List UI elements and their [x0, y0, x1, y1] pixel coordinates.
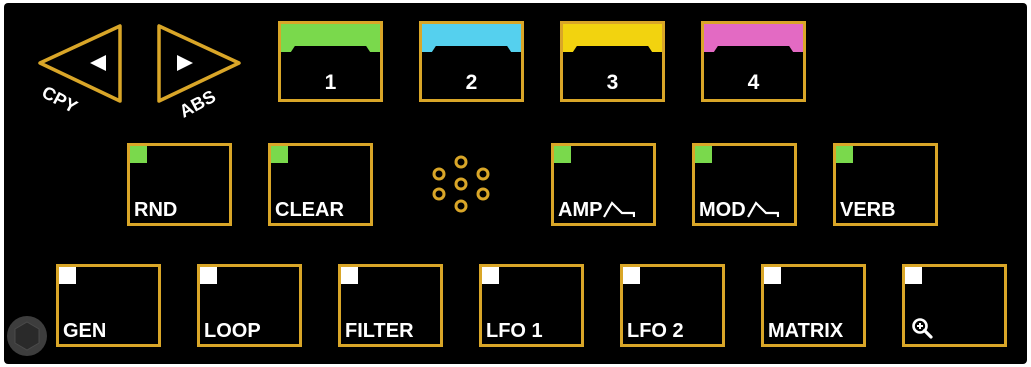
loop-button[interactable]: LOOP — [197, 264, 302, 347]
zoom-button[interactable] — [902, 264, 1007, 347]
control-panel: CPY ABS 1 2 3 4 RND CLEAR AMP MOD VERB G… — [0, 0, 1031, 367]
matrix-label: MATRIX — [768, 320, 844, 342]
rnd-lamp — [130, 146, 147, 163]
zoom-in-icon — [912, 318, 933, 339]
mod-label-group: MOD — [699, 199, 779, 221]
loop-lamp — [200, 267, 217, 284]
pattern-2-button[interactable]: 2 — [419, 21, 524, 102]
lfo-2-lamp — [623, 267, 640, 284]
pattern-4-button[interactable]: 4 — [701, 21, 806, 102]
lfo-1-lamp — [482, 267, 499, 284]
filter-lamp — [341, 267, 358, 284]
mod-lamp — [695, 146, 712, 163]
verb-label: VERB — [840, 199, 896, 221]
loop-label: LOOP — [204, 320, 261, 342]
mod-envelope-button[interactable]: MOD — [692, 143, 797, 226]
pattern-1-button[interactable]: 1 — [278, 21, 383, 102]
rnd-button[interactable]: RND — [127, 143, 232, 226]
gen-label: GEN — [63, 320, 107, 342]
pattern-4-label: 4 — [747, 71, 760, 94]
pattern-1-color-cap — [281, 24, 380, 52]
amp-envelope-button[interactable]: AMP — [551, 143, 656, 226]
pattern-3-button[interactable]: 3 — [560, 21, 665, 102]
rnd-label: RND — [134, 199, 178, 221]
lfo-2-button[interactable]: LFO 2 — [620, 264, 725, 347]
lfo-1-label: LFO 1 — [486, 320, 543, 342]
envelope-icon — [746, 201, 779, 218]
verb-button[interactable]: VERB — [833, 143, 938, 226]
pattern-2-color-cap — [422, 24, 521, 52]
filter-button[interactable]: FILTER — [338, 264, 443, 347]
envelope-icon — [603, 201, 636, 218]
pattern-1-label: 1 — [324, 71, 337, 94]
pattern-3-color-cap — [563, 24, 662, 52]
clear-lamp — [271, 146, 288, 163]
clear-button[interactable]: CLEAR — [268, 143, 373, 226]
mod-label: MOD — [699, 199, 746, 221]
clear-label: CLEAR — [275, 199, 344, 221]
amp-label: AMP — [558, 199, 603, 221]
zoom-lamp — [905, 267, 922, 284]
speaker-grille-icon — [432, 155, 490, 213]
pattern-2-label: 2 — [465, 71, 478, 94]
pattern-3-label: 3 — [606, 71, 619, 94]
lfo-1-button[interactable]: LFO 1 — [479, 264, 584, 347]
gen-button[interactable]: GEN — [56, 264, 161, 347]
pattern-4-color-cap — [704, 24, 803, 52]
verb-lamp — [836, 146, 853, 163]
encoder-knob-icon[interactable] — [6, 313, 48, 359]
matrix-button[interactable]: MATRIX — [761, 264, 866, 347]
lfo-2-label: LFO 2 — [627, 320, 684, 342]
amp-label-group: AMP — [558, 199, 636, 221]
matrix-lamp — [764, 267, 781, 284]
amp-lamp — [554, 146, 571, 163]
filter-label: FILTER — [345, 320, 414, 342]
gen-lamp — [59, 267, 76, 284]
